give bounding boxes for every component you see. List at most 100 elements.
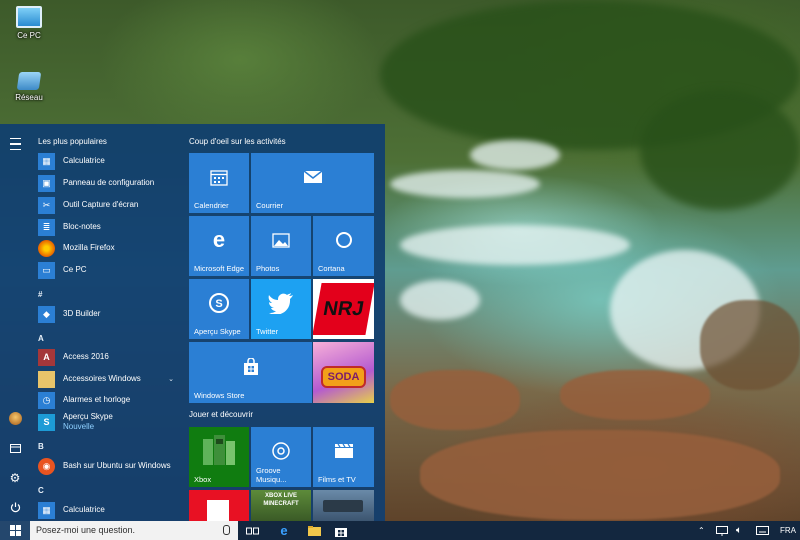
access-icon: A bbox=[38, 348, 55, 366]
app-calculatrice-c[interactable]: ▦ Calculatrice bbox=[38, 500, 180, 520]
tile-films-tv[interactable]: Films et TV bbox=[313, 427, 374, 487]
folder-icon bbox=[38, 370, 55, 388]
app-apercu-skype[interactable]: S Aperçu Skype Nouvelle bbox=[38, 412, 180, 432]
tile-label: Twitter bbox=[256, 327, 279, 336]
app-label: Access 2016 bbox=[63, 352, 109, 361]
app-label-wrap: Aperçu Skype Nouvelle bbox=[63, 412, 113, 432]
app-alarmes-horloge[interactable]: ◷ Alarmes et horloge bbox=[38, 390, 180, 410]
office-logo-icon bbox=[207, 500, 229, 521]
tile-label: Microsoft Edge bbox=[194, 264, 245, 273]
section-letter-hash[interactable]: # bbox=[38, 290, 42, 299]
tile-groove[interactable]: Groove Musiqu... bbox=[251, 427, 311, 487]
app-bloc-notes[interactable]: ≣ Bloc-notes bbox=[38, 217, 180, 237]
section-letter-a[interactable]: A bbox=[38, 334, 44, 343]
start-rail: ⚙ bbox=[0, 124, 30, 521]
tile-twitter[interactable]: Twitter bbox=[251, 279, 311, 339]
app-label: Ce PC bbox=[63, 265, 87, 274]
most-used-header: Les plus populaires bbox=[38, 137, 107, 146]
app-mozilla-firefox[interactable]: Mozilla Firefox bbox=[38, 238, 180, 258]
tile-label: Xbox bbox=[194, 475, 212, 484]
app-label: Accessoires Windows bbox=[63, 374, 141, 383]
tile-minecraft[interactable]: XBOX LIVE MINECRAFT bbox=[251, 490, 311, 521]
tile-label: Windows Store bbox=[194, 391, 245, 400]
windows-logo-icon bbox=[9, 525, 21, 536]
language-indicator[interactable]: FRA bbox=[780, 521, 796, 540]
section-letter-c[interactable]: C bbox=[38, 486, 44, 495]
mail-icon bbox=[251, 153, 374, 201]
search-box[interactable]: Posez-moi une question. bbox=[30, 521, 238, 540]
tile-cortana[interactable]: Cortana bbox=[313, 216, 374, 276]
tile-label: Calendrier bbox=[194, 201, 229, 210]
app-3d-builder[interactable]: ◆ 3D Builder bbox=[38, 304, 180, 324]
tile-photos[interactable]: Photos bbox=[251, 216, 311, 276]
skype-icon: S bbox=[189, 279, 249, 327]
tile-world-of-tanks[interactable] bbox=[313, 490, 374, 521]
app-label: Alarmes et horloge bbox=[63, 395, 131, 404]
task-view-icon[interactable] bbox=[244, 523, 260, 538]
app-access-2016[interactable]: A Access 2016 bbox=[38, 347, 180, 367]
tile-candy-crush-soda[interactable]: SODA bbox=[313, 342, 374, 403]
tile-windows-store[interactable]: Windows Store bbox=[189, 342, 312, 403]
photos-icon bbox=[251, 216, 311, 264]
app-ce-pc[interactable]: ▭ Ce PC bbox=[38, 260, 180, 280]
minecraft-logo-text: XBOX LIVE MINECRAFT bbox=[263, 493, 299, 507]
xbox-characters-icon bbox=[189, 427, 249, 475]
edge-icon: e bbox=[212, 227, 226, 252]
tile-label: Groove Musiqu... bbox=[256, 466, 287, 484]
section-letter-b[interactable]: B bbox=[38, 442, 44, 451]
desktop-icon-label: Réseau bbox=[15, 93, 43, 102]
start-menu: ⚙ Les plus populaires ▦ Calculatrice ▣ P… bbox=[0, 124, 385, 521]
tank-icon bbox=[323, 500, 363, 512]
app-label: Bloc-notes bbox=[63, 222, 101, 231]
notepad-icon: ≣ bbox=[38, 218, 55, 236]
tile-skype[interactable]: S Aperçu Skype bbox=[189, 279, 249, 339]
keyboard-icon[interactable] bbox=[756, 521, 769, 540]
show-hidden-icons-chevron[interactable]: ⌃ bbox=[698, 521, 705, 540]
volume-icon[interactable]: 🔈︎ bbox=[736, 521, 742, 540]
app-outil-capture[interactable]: ✂ Outil Capture d'écran bbox=[38, 195, 180, 215]
tile-edge[interactable]: e Microsoft Edge bbox=[189, 216, 249, 276]
desktop-icon-ce-pc[interactable]: Ce PC bbox=[9, 6, 49, 40]
app-label: Calculatrice bbox=[63, 156, 105, 165]
store-taskbar-icon[interactable] bbox=[333, 523, 349, 538]
chevron-down-icon[interactable]: ⌄ bbox=[168, 375, 174, 383]
desktop-icon-label: Ce PC bbox=[17, 31, 41, 40]
tile-mail[interactable]: Courrier bbox=[251, 153, 374, 213]
soda-logo: SODA bbox=[321, 366, 366, 388]
app-calculatrice[interactable]: ▦ Calculatrice bbox=[38, 151, 180, 171]
tile-calendar[interactable]: Calendrier bbox=[189, 153, 249, 213]
app-accessoires-windows[interactable]: Accessoires Windows ⌄ bbox=[38, 369, 180, 389]
tile-group-header: Coup d'oeil sur les activités bbox=[189, 137, 286, 146]
desktop-icon-reseau[interactable]: Réseau bbox=[9, 72, 49, 102]
settings-gear-icon[interactable]: ⚙ bbox=[7, 470, 23, 486]
tile-xbox[interactable]: Xbox bbox=[189, 427, 249, 487]
search-placeholder: Posez-moi une question. bbox=[36, 525, 136, 535]
tile-office[interactable] bbox=[189, 490, 249, 521]
calendar-icon bbox=[189, 153, 249, 201]
snipping-tool-icon: ✂ bbox=[38, 196, 55, 214]
computer-icon bbox=[16, 6, 42, 28]
app-list: Les plus populaires ▦ Calculatrice ▣ Pan… bbox=[30, 124, 182, 521]
edge-taskbar-icon[interactable]: e bbox=[276, 523, 292, 538]
hamburger-menu-icon[interactable] bbox=[7, 136, 23, 152]
file-explorer-taskbar-icon[interactable] bbox=[306, 523, 322, 538]
network-tray-icon[interactable] bbox=[716, 521, 728, 540]
calculator-icon: ▦ bbox=[38, 501, 55, 519]
user-avatar[interactable] bbox=[7, 410, 23, 426]
start-button[interactable] bbox=[0, 521, 30, 540]
skype-icon: S bbox=[38, 413, 55, 431]
nrj-logo: NRJ bbox=[313, 283, 374, 335]
file-explorer-icon[interactable] bbox=[7, 440, 23, 456]
app-panneau-configuration[interactable]: ▣ Panneau de configuration bbox=[38, 173, 180, 193]
nrj-logo-text: NRJ bbox=[321, 297, 366, 320]
tiles-area: Coup d'oeil sur les activités Calendrier… bbox=[183, 124, 385, 521]
app-bash-ubuntu[interactable]: ◉ Bash sur Ubuntu sur Windows bbox=[38, 456, 180, 476]
3d-builder-icon: ◆ bbox=[38, 305, 55, 323]
taskbar: Posez-moi une question. e ⌃ 🔈︎ FRA bbox=[0, 521, 800, 540]
microphone-icon[interactable] bbox=[223, 525, 230, 535]
power-icon[interactable] bbox=[7, 499, 23, 515]
firefox-icon bbox=[38, 239, 55, 257]
tile-nrj[interactable]: NRJ bbox=[313, 279, 374, 339]
svg-text:S: S bbox=[215, 298, 222, 310]
twitter-bird-icon bbox=[251, 279, 311, 327]
